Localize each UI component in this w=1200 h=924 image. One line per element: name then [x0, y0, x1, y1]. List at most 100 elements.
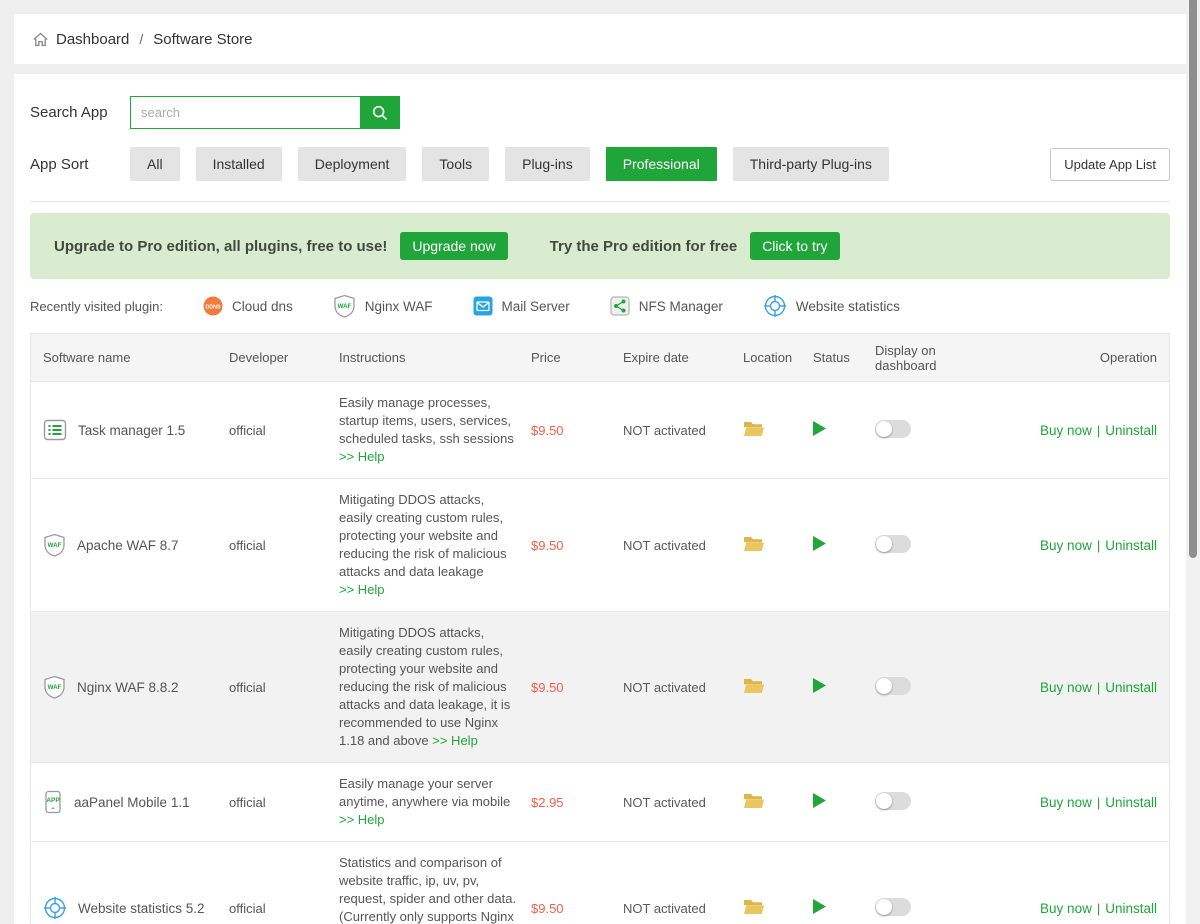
column-header-operation: Operation	[981, 344, 1169, 371]
table-header: Software nameDeveloperInstructionsPriceE…	[31, 334, 1169, 382]
developer: official	[229, 680, 266, 695]
recent-plugin-nfs-manager[interactable]: NFS Manager	[610, 296, 723, 316]
sort-tab-tools[interactable]: Tools	[422, 147, 489, 181]
breadcrumb-dashboard[interactable]: Dashboard	[56, 31, 129, 48]
column-header-location: Location	[743, 344, 813, 371]
buy-now-link[interactable]: Buy now	[1040, 538, 1092, 553]
folder-icon[interactable]	[743, 898, 765, 916]
table-row-apache-waf-8-7: WAF Apache WAF 8.7 official Mitigating D…	[31, 479, 1169, 612]
price: $2.95	[531, 795, 564, 810]
column-header-instructions: Instructions	[339, 343, 531, 373]
search-label: Search App	[30, 104, 130, 121]
software-name: Website statistics 5.2	[78, 901, 205, 916]
column-header-price: Price	[531, 344, 623, 371]
sort-tab-professional[interactable]: Professional	[606, 147, 717, 181]
play-icon[interactable]	[813, 536, 826, 551]
help-link[interactable]: >> Help	[339, 812, 385, 827]
sort-tab-installed[interactable]: Installed	[196, 147, 282, 181]
click-to-try-button[interactable]: Click to try	[750, 232, 839, 260]
upgrade-now-button[interactable]: Upgrade now	[400, 232, 507, 260]
scrollbar-thumb[interactable]	[1189, 0, 1197, 558]
uninstall-link[interactable]: Uninstall	[1105, 795, 1157, 810]
buy-now-link[interactable]: Buy now	[1040, 680, 1092, 695]
play-icon[interactable]	[813, 899, 826, 914]
developer: official	[229, 423, 266, 438]
app-sort-tabs: All Installed Deployment Tools Plug-ins Profe…	[130, 147, 1170, 181]
svg-text:WAF: WAF	[48, 684, 62, 691]
dashboard-toggle[interactable]	[875, 420, 911, 438]
recent-plugin-name: Nginx WAF	[365, 299, 433, 314]
software-name: Nginx WAF 8.8.2	[77, 680, 179, 695]
site-stats-icon	[43, 896, 67, 920]
uninstall-link[interactable]: Uninstall	[1105, 680, 1157, 695]
recent-plugin-name: Mail Server	[502, 299, 570, 314]
search-button[interactable]	[360, 96, 400, 129]
folder-icon[interactable]	[743, 677, 765, 695]
folder-icon[interactable]	[743, 535, 765, 553]
sort-tab-deployment[interactable]: Deployment	[298, 147, 407, 181]
waf-shield-icon: WAF	[333, 294, 356, 318]
help-link[interactable]: >> Help	[432, 733, 478, 748]
column-header-display-on-dashboard: Display on dashboard	[875, 337, 981, 379]
developer: official	[229, 795, 266, 810]
svg-text:WAF: WAF	[337, 303, 351, 310]
search-input[interactable]	[130, 96, 360, 129]
column-header-developer: Developer	[229, 344, 339, 371]
price: $9.50	[531, 680, 564, 695]
column-header-software-name: Software name	[31, 344, 229, 371]
buy-now-link[interactable]: Buy now	[1040, 423, 1092, 438]
svg-text:DDNS: DDNS	[205, 304, 221, 310]
search-icon	[371, 104, 389, 122]
play-icon[interactable]	[813, 678, 826, 693]
uninstall-link[interactable]: Uninstall	[1105, 538, 1157, 553]
breadcrumb: Dashboard / Software Store	[14, 14, 1186, 64]
home-icon[interactable]	[32, 31, 49, 48]
buy-now-link[interactable]: Buy now	[1040, 795, 1092, 810]
sort-tab-all[interactable]: All	[130, 147, 180, 181]
recent-plugin-nginx-waf[interactable]: WAF Nginx WAF	[333, 294, 433, 318]
svg-text:APP: APP	[46, 797, 60, 804]
ddns-icon: DDNS	[203, 296, 223, 316]
recent-plugin-mail-server[interactable]: Mail Server	[473, 296, 570, 316]
uninstall-link[interactable]: Uninstall	[1105, 901, 1157, 916]
svg-text:WAF: WAF	[48, 542, 62, 549]
dashboard-toggle[interactable]	[875, 535, 911, 553]
expire-date: NOT activated	[623, 901, 706, 916]
folder-icon[interactable]	[743, 420, 765, 438]
recent-plugin-cloud-dns[interactable]: DDNS Cloud dns	[203, 296, 293, 316]
recently-visited-row: Recently visited plugin: DDNSCloud dnsWA…	[30, 294, 1170, 318]
table-row-task-manager-1-5: Task manager 1.5 official Easily manage …	[31, 382, 1169, 479]
table-row-website-statistics-5-2: Website statistics 5.2 official Statisti…	[31, 842, 1169, 924]
recent-plugin-name: Website statistics	[796, 299, 900, 314]
play-icon[interactable]	[813, 793, 826, 808]
software-name: aaPanel Mobile 1.1	[74, 795, 190, 810]
page-scrollbar	[1186, 0, 1200, 924]
buy-now-link[interactable]: Buy now	[1040, 901, 1092, 916]
site-stats-icon	[763, 294, 787, 318]
help-link[interactable]: >> Help	[339, 449, 385, 464]
recent-plugin-website-statistics[interactable]: Website statistics	[763, 294, 900, 318]
dashboard-toggle[interactable]	[875, 792, 911, 810]
uninstall-link[interactable]: Uninstall	[1105, 423, 1157, 438]
instructions: Easily manage processes, startup items, …	[339, 395, 514, 446]
software-table: Software nameDeveloperInstructionsPrice E…	[30, 333, 1170, 924]
dashboard-toggle[interactable]	[875, 677, 911, 695]
folder-icon[interactable]	[743, 792, 765, 810]
main-card: Search App App Sort AllInstalledDeployme…	[14, 74, 1186, 924]
price: $9.50	[531, 423, 564, 438]
pro-banner: Upgrade to Pro edition, all plugins, fre…	[30, 213, 1170, 279]
instructions: Mitigating DDOS attacks, easily creating…	[339, 492, 507, 579]
table-row-nginx-waf-8-8-2: WAF Nginx WAF 8.8.2 official Mitigating …	[31, 612, 1169, 763]
developer: official	[229, 538, 266, 553]
waf-shield-icon: WAF	[43, 533, 66, 557]
update-app-list-button[interactable]: Update App List	[1050, 148, 1170, 181]
help-link[interactable]: >> Help	[339, 582, 385, 597]
waf-shield-icon: WAF	[43, 675, 66, 699]
instructions: Mitigating DDOS attacks, easily creating…	[339, 625, 510, 748]
recent-plugin-name: Cloud dns	[232, 299, 293, 314]
mail-icon	[473, 296, 493, 316]
play-icon[interactable]	[813, 421, 826, 436]
sort-tab-plug-ins[interactable]: Plug-ins	[505, 147, 590, 181]
sort-tab-third-party-plug-ins[interactable]: Third-party Plug-ins	[733, 147, 889, 181]
dashboard-toggle[interactable]	[875, 898, 911, 916]
